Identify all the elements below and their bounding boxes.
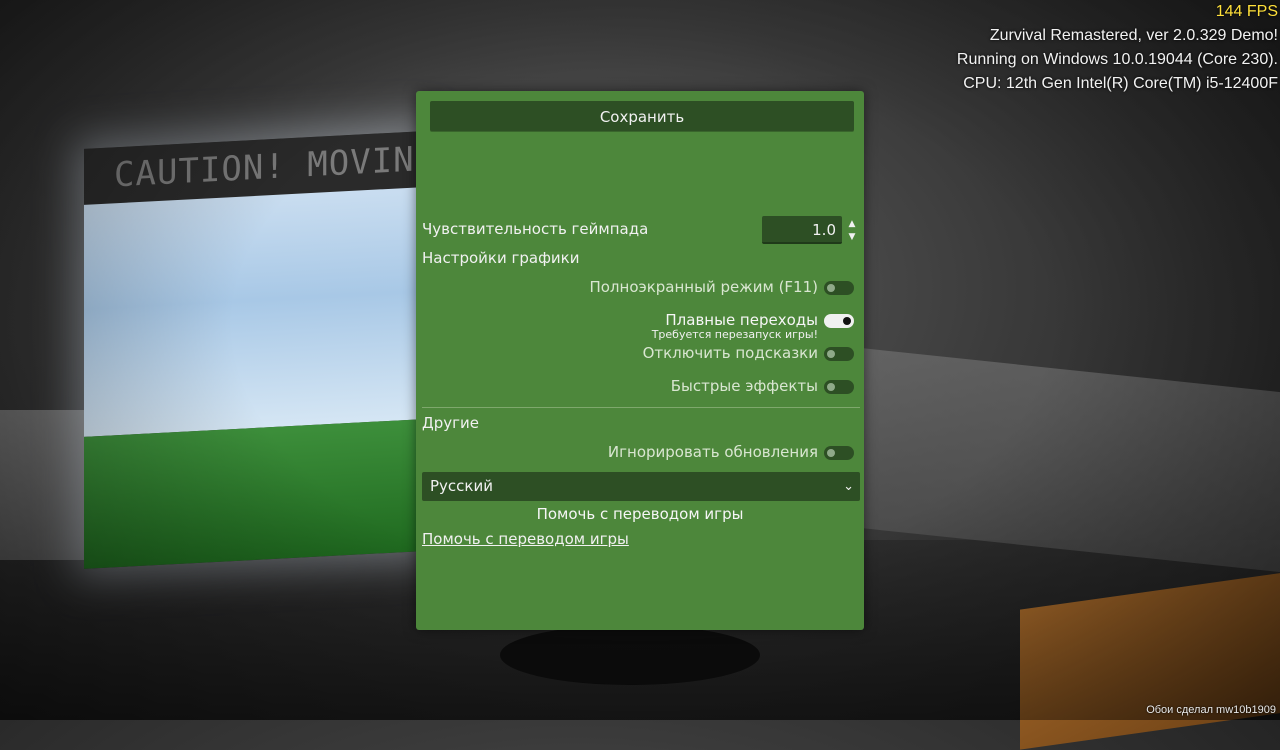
gamepad-sensitivity-label: Чувствительность геймпада <box>422 220 649 238</box>
language-selected: Русский <box>430 477 493 495</box>
help-translate-link[interactable]: Помочь с переводом игры <box>422 530 629 548</box>
disable-hints-toggle[interactable] <box>824 347 854 361</box>
toggle-knob <box>827 383 835 391</box>
sky <box>84 187 424 437</box>
version-text: Zurvival Remastered, ver 2.0.329 Demo! <box>989 27 1278 44</box>
grass <box>84 419 424 569</box>
toggle-knob <box>827 350 835 358</box>
cpu-text: CPU: 12th Gen Intel(R) Core(TM) i5-12400… <box>963 75 1278 92</box>
settings-panel: Сохранить Чувствительность геймпада 1.0 … <box>416 91 864 630</box>
background-window: CAUTION! MOVING <box>84 131 424 569</box>
background-disc <box>500 625 760 685</box>
toggle-knob <box>843 317 851 325</box>
divider <box>422 407 860 408</box>
other-section-title: Другие <box>422 414 479 432</box>
smooth-transitions-toggle[interactable] <box>824 314 854 328</box>
help-translate-label: Помочь с переводом игры <box>536 505 744 523</box>
fast-effects-label: Быстрые эффекты <box>670 377 818 395</box>
gamepad-sensitivity-input[interactable]: 1.0 <box>762 216 842 244</box>
spin-arrows[interactable]: ▲ ▼ <box>846 218 858 244</box>
smooth-transitions-label: Плавные переходы <box>665 311 818 329</box>
fast-effects-toggle[interactable] <box>824 380 854 394</box>
background-wall <box>860 347 1280 573</box>
fullscreen-label: Полноэкранный режим (F11) <box>589 278 818 296</box>
chevron-up-icon[interactable]: ▲ <box>846 218 858 231</box>
ignore-updates-label: Игнорировать обновления <box>607 443 818 461</box>
os-text: Running on Windows 10.0.19044 (Core 230)… <box>956 51 1278 68</box>
toggle-knob <box>827 284 835 292</box>
chevron-down-icon: ⌄ <box>843 479 854 494</box>
restart-required-note: Требуется перезапуск игры! <box>651 328 818 341</box>
disable-hints-label: Отключить подсказки <box>642 344 818 362</box>
toggle-knob <box>827 449 835 457</box>
language-select[interactable]: Русский ⌄ <box>422 472 860 501</box>
debug-overlay: 144 FPS Zurvival Remastered, ver 2.0.329… <box>957 0 1278 96</box>
fullscreen-toggle[interactable] <box>824 281 854 295</box>
background-wall-left <box>0 410 90 560</box>
chevron-down-icon[interactable]: ▼ <box>846 231 858 244</box>
ignore-updates-toggle[interactable] <box>824 446 854 460</box>
graphics-section-title: Настройки графики <box>422 249 580 267</box>
save-button[interactable]: Сохранить <box>430 101 854 131</box>
fps-counter: 144 FPS <box>1215 3 1278 20</box>
wallpaper-credit: Обои сделал mw10b1909 <box>1146 704 1276 716</box>
